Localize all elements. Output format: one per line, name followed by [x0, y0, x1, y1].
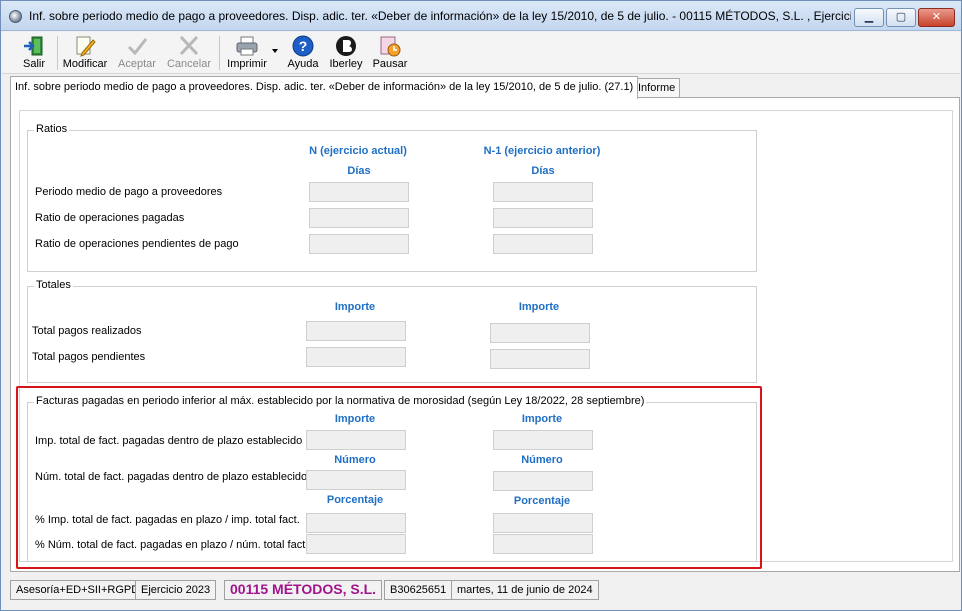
ratios-col-n1-header: N-1 (ejercicio anterior): [483, 145, 601, 157]
imprimir-label: Imprimir: [227, 58, 267, 70]
maximize-button[interactable]: ▢: [886, 8, 916, 27]
num-total-plazo-n1-field[interactable]: [493, 471, 593, 491]
ratios-unit-n1: Días: [531, 165, 555, 177]
ratios-col-n-header: N (ejercicio actual): [309, 145, 407, 157]
total-pagos-realizados-n-field[interactable]: [306, 321, 406, 341]
facturas-numero-n-header: Número: [334, 454, 376, 466]
help-icon: ?: [291, 35, 315, 57]
porc-imp-plazo-n1-field[interactable]: [493, 513, 593, 533]
status-nif: B30625651: [384, 580, 453, 600]
row-label: Ratio de operaciones pagadas: [35, 212, 185, 224]
window-title: Inf. sobre periodo medio de pago a prove…: [29, 9, 851, 23]
tab-bar: Inf. sobre periodo medio de pago a prove…: [2, 75, 960, 99]
imprimir-button[interactable]: Imprimir: [224, 34, 270, 72]
row-label: Núm. total de fact. pagadas dentro de pl…: [35, 471, 308, 483]
ratio-pagadas-n1-field[interactable]: [493, 208, 593, 228]
minimize-button[interactable]: ▁: [854, 8, 884, 27]
facturas-porcentaje-n-header: Porcentaje: [326, 494, 384, 506]
ratios-title: Ratios: [34, 123, 70, 135]
cancelar-button[interactable]: Cancelar: [164, 34, 214, 72]
ayuda-label: Ayuda: [287, 58, 319, 70]
exit-door-icon: [22, 35, 46, 57]
periodo-medio-n1-field[interactable]: [493, 182, 593, 202]
status-date: martes, 11 de junio de 2024: [451, 580, 599, 600]
ratio-pagadas-n-field[interactable]: [309, 208, 409, 228]
toolbar-separator: [219, 36, 220, 70]
svg-text:?: ?: [299, 38, 308, 54]
app-icon: [9, 10, 22, 23]
totales-col-n1-header: Importe: [518, 301, 560, 313]
periodo-medio-n-field[interactable]: [309, 182, 409, 202]
total-pagos-pendientes-n1-field[interactable]: [490, 349, 590, 369]
cancelar-label: Cancelar: [166, 58, 212, 70]
facturas-importe-n-header: Importe: [334, 413, 376, 425]
imp-total-plazo-n1-field[interactable]: [493, 430, 593, 450]
row-label: Total pagos realizados: [32, 325, 142, 337]
facturas-porcentaje-n1-header: Porcentaje: [513, 495, 571, 507]
porc-imp-plazo-n-field[interactable]: [306, 513, 406, 533]
modificar-button[interactable]: Modificar: [60, 34, 110, 72]
pausar-button[interactable]: Pausar: [370, 34, 410, 72]
row-label: % Imp. total de fact. pagadas en plazo /…: [35, 514, 300, 526]
close-icon: ✕: [931, 11, 942, 23]
ratios-unit-n: Días: [347, 165, 371, 177]
maximize-icon: ▢: [895, 11, 907, 23]
modificar-label: Modificar: [62, 58, 108, 70]
edit-pencil-icon: [73, 35, 97, 57]
imp-total-plazo-n-field[interactable]: [306, 430, 406, 450]
totales-title: Totales: [34, 279, 73, 291]
salir-button[interactable]: Salir: [14, 34, 54, 72]
salir-label: Salir: [22, 58, 45, 70]
title-bar: Inf. sobre periodo medio de pago a prove…: [1, 1, 961, 31]
status-product: Asesoría+ED+SII+RGPD: [10, 580, 146, 600]
tab-formulario[interactable]: Inf. sobre periodo medio de pago a prove…: [10, 76, 639, 99]
printer-icon: [235, 35, 259, 57]
row-label: Ratio de operaciones pendientes de pago: [35, 238, 239, 250]
minimize-icon: ▁: [864, 11, 874, 23]
facturas-numero-n1-header: Número: [521, 454, 563, 466]
tab-informe[interactable]: Informe: [633, 78, 681, 99]
toolbar: Salir Modificar Aceptar Cancelar Imprimi…: [2, 32, 960, 74]
num-total-plazo-n-field[interactable]: [306, 470, 406, 490]
status-bar: Asesoría+ED+SII+RGPD Ejercicio 2023 0011…: [2, 576, 960, 602]
cancel-x-icon: [177, 35, 201, 57]
aceptar-button[interactable]: Aceptar: [114, 34, 160, 72]
row-label: % Núm. total de fact. pagadas en plazo /…: [35, 539, 309, 551]
pause-clock-icon: [378, 35, 402, 57]
check-icon: [125, 35, 149, 57]
porc-num-plazo-n1-field[interactable]: [493, 534, 593, 554]
imprimir-dropdown-icon[interactable]: [272, 49, 278, 53]
row-label: Imp. total de fact. pagadas dentro de pl…: [35, 435, 303, 447]
facturas-importe-n1-header: Importe: [521, 413, 563, 425]
iberley-logo-icon: [334, 35, 358, 57]
facturas-title: Facturas pagadas en periodo inferior al …: [34, 395, 647, 407]
row-label: Periodo medio de pago a proveedores: [35, 186, 223, 198]
total-pagos-realizados-n1-field[interactable]: [490, 323, 590, 343]
status-company: 00115 MÉTODOS, S.L.: [224, 580, 383, 600]
toolbar-separator: [57, 36, 58, 70]
porc-num-plazo-n-field[interactable]: [306, 534, 406, 554]
totales-col-n-header: Importe: [334, 301, 376, 313]
ratio-pendientes-n1-field[interactable]: [493, 234, 593, 254]
status-ejercicio: Ejercicio 2023: [135, 580, 217, 600]
pausar-label: Pausar: [372, 58, 408, 70]
total-pagos-pendientes-n-field[interactable]: [306, 347, 406, 367]
ayuda-button[interactable]: ? Ayuda: [284, 34, 322, 72]
iberley-button[interactable]: Iberley: [326, 34, 366, 72]
close-button[interactable]: ✕: [918, 8, 955, 27]
iberley-label: Iberley: [329, 58, 363, 70]
ratio-pendientes-n-field[interactable]: [309, 234, 409, 254]
aceptar-label: Aceptar: [118, 58, 156, 70]
row-label: Total pagos pendientes: [32, 351, 146, 363]
app-window: Inf. sobre periodo medio de pago a prove…: [0, 0, 962, 611]
